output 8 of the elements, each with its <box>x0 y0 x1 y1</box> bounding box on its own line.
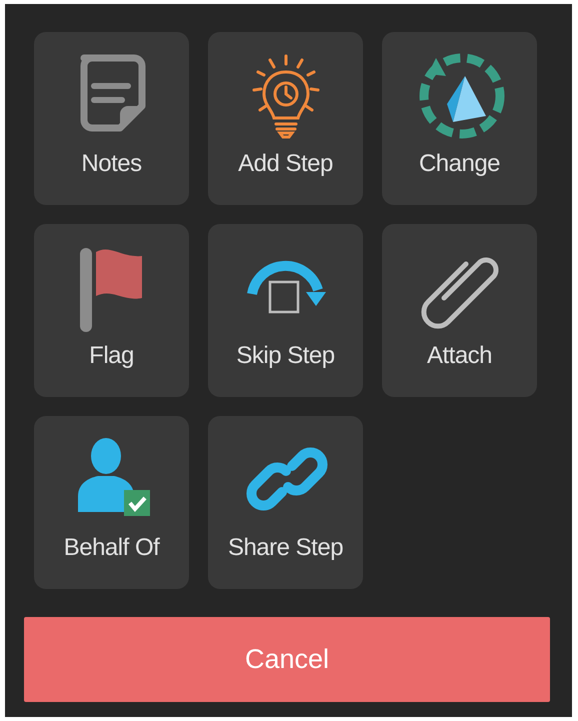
action-tile[interactable]: Notes <box>34 32 189 205</box>
action-tile[interactable]: Attach <box>382 224 537 397</box>
action-tile[interactable]: Skip Step <box>208 224 363 397</box>
action-tile[interactable]: Share Step <box>208 416 363 589</box>
action-tile[interactable]: Behalf Of <box>34 416 189 589</box>
action-tile[interactable]: Add Step <box>208 32 363 205</box>
action-tile[interactable]: Change <box>382 32 537 205</box>
action-tile[interactable]: Flag <box>34 224 189 397</box>
